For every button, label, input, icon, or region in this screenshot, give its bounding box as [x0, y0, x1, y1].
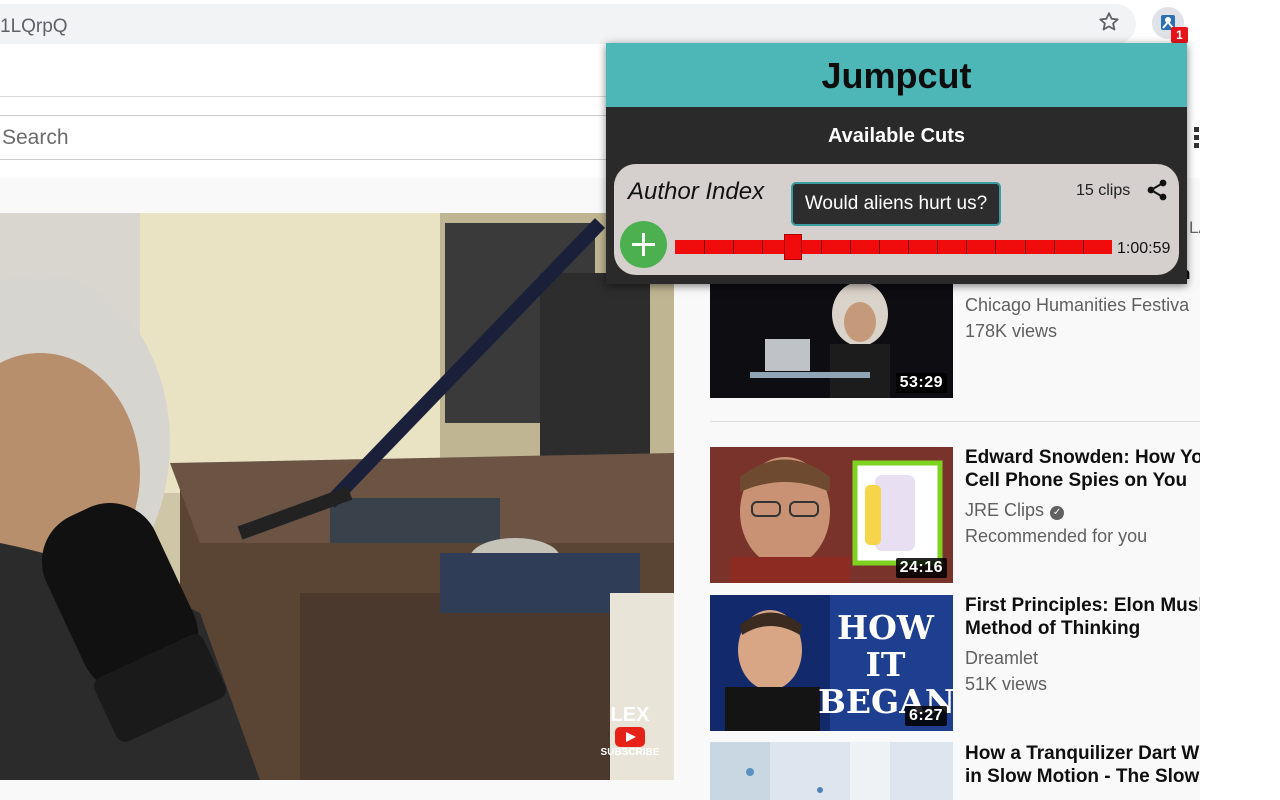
video-info[interactable]: Chicago Humanities Festiva 178K views: [965, 292, 1225, 344]
verified-check-icon: ✓: [1050, 506, 1064, 520]
thumbnail-overlay-text: HOW IT BEGAN: [818, 609, 953, 720]
page-right-gutter: [1200, 0, 1280, 800]
search-input[interactable]: [2, 126, 592, 150]
timeline-clip-marker[interactable]: [879, 240, 880, 254]
thumbnail-image: [710, 742, 953, 800]
timeline-clip-marker[interactable]: [995, 240, 996, 254]
timeline-clip-marker[interactable]: [762, 240, 763, 254]
video-channel[interactable]: JRE Clips: [965, 500, 1044, 520]
timeline-clip-marker[interactable]: [821, 240, 822, 254]
timeline-clip-marker[interactable]: [733, 240, 734, 254]
address-url[interactable]: 1LQrpQ: [0, 16, 68, 38]
video-views: 51K views: [965, 671, 1225, 697]
video-title-line2[interactable]: Cell Phone Spies on You: [965, 469, 1225, 492]
clip-tooltip: Would aliens hurt us?: [791, 182, 1001, 226]
timeline-clip-marker[interactable]: [908, 240, 909, 254]
extension-badge: 1: [1171, 27, 1188, 43]
video-title-line1[interactable]: First Principles: Elon Musk: [965, 594, 1225, 617]
timeline-clip-marker[interactable]: [704, 240, 705, 254]
video-views: Recommended for you: [965, 523, 1225, 549]
popup-subtitle: Available Cuts: [606, 125, 1187, 148]
video-duration: 6:27: [905, 706, 947, 726]
search-box[interactable]: [0, 115, 615, 160]
subscribe-label[interactable]: SUBSCRIBE: [600, 747, 660, 758]
youtube-logo-icon: [615, 727, 645, 747]
video-views: 178K views: [965, 318, 1225, 344]
timeline-clip-marker[interactable]: [1025, 240, 1026, 254]
total-duration: 1:00:59: [1117, 240, 1170, 258]
add-cut-button[interactable]: [620, 221, 667, 268]
jumpcut-popup: Jumpcut Available Cuts Author Index 15 c…: [606, 43, 1187, 284]
clip-count: 15 clips: [1076, 182, 1130, 200]
more-options-icon[interactable]: [1194, 127, 1200, 149]
address-bar[interactable]: 1LQrpQ: [0, 4, 1136, 44]
popup-title: Jumpcut: [606, 43, 1187, 107]
timeline-clip-marker[interactable]: [937, 240, 938, 254]
header-divider: [0, 96, 610, 97]
video-info[interactable]: How a Tranquilizer Dart W in Slow Motion…: [965, 742, 1225, 788]
video-info[interactable]: Edward Snowden: How Yo Cell Phone Spies …: [965, 446, 1225, 549]
browser-toolbar: 1LQrpQ 1: [0, 0, 1280, 46]
timeline-handle[interactable]: [784, 234, 802, 260]
video-title-line1[interactable]: Edward Snowden: How Yo: [965, 446, 1225, 469]
video-duration: 53:29: [896, 373, 947, 393]
video-title-line2[interactable]: Method of Thinking: [965, 617, 1225, 640]
timeline-clip-marker[interactable]: [1054, 240, 1055, 254]
cut-card[interactable]: Author Index 15 clips 1:00:59 Would alie…: [614, 164, 1179, 275]
video-channel[interactable]: Chicago Humanities Festiva: [965, 292, 1225, 318]
video-thumbnail[interactable]: 53:29: [710, 284, 953, 398]
timeline-clip-marker[interactable]: [966, 240, 967, 254]
video-channel-row[interactable]: JRE Clips ✓: [965, 497, 1225, 523]
section-divider: [710, 421, 1200, 422]
timeline-clip-marker[interactable]: [1083, 240, 1084, 254]
video-channel[interactable]: Dreamlet: [965, 645, 1225, 671]
video-player[interactable]: LEX SUBSCRIBE: [0, 213, 674, 780]
video-duration: 24:16: [896, 558, 947, 578]
video-title-line1[interactable]: How a Tranquilizer Dart W: [965, 742, 1225, 765]
share-icon[interactable]: [1146, 179, 1168, 201]
video-thumbnail[interactable]: [710, 742, 953, 800]
video-info[interactable]: First Principles: Elon Musk Method of Th…: [965, 594, 1225, 697]
video-thumbnail[interactable]: 24:16: [710, 447, 953, 583]
video-title-line2[interactable]: in Slow Motion - The Slow: [965, 765, 1225, 788]
video-thumbnail[interactable]: HOW IT BEGAN 6:27: [710, 595, 953, 731]
video-frame: [0, 213, 674, 780]
cut-timeline[interactable]: [675, 240, 1112, 254]
star-icon[interactable]: [1097, 10, 1121, 34]
channel-watermark: LEX SUBSCRIBE: [600, 704, 660, 758]
cut-author: Author Index: [628, 178, 764, 206]
timeline-clip-marker[interactable]: [850, 240, 851, 254]
watermark-text: LEX: [600, 704, 660, 727]
